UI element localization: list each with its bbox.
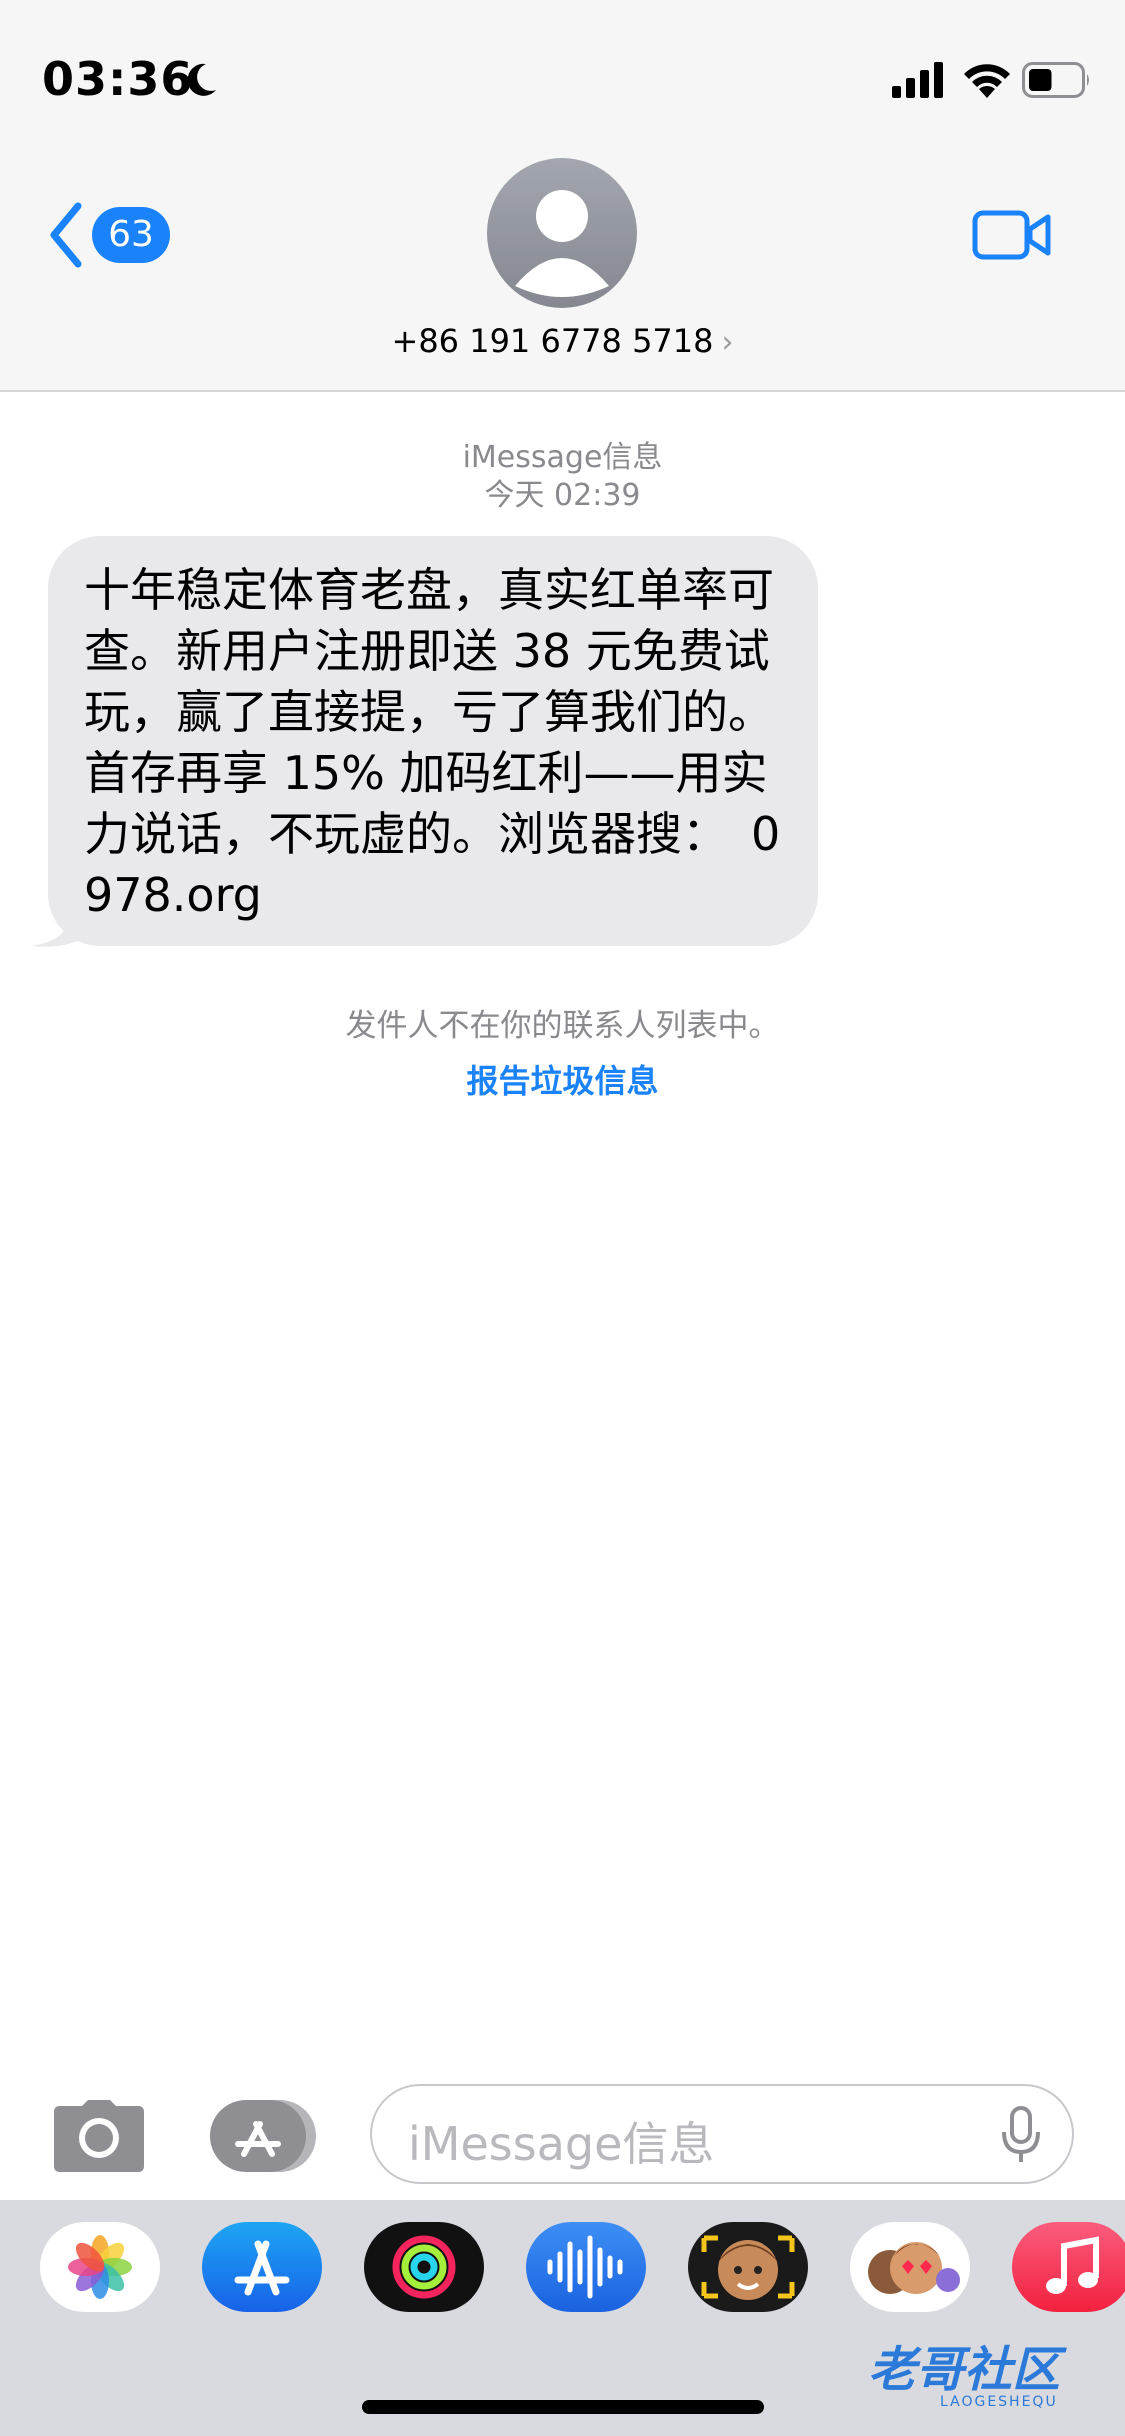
wifi-icon (964, 64, 1010, 98)
message-timestamp: 今天 02:39 (484, 478, 641, 513)
video-camera-icon[interactable] (972, 205, 1052, 265)
received-message-bubble[interactable]: 十年稳定体育老盘，真实红单率可查。新用户注册即送 38 元免费试玩，赢了直接提，… (48, 536, 818, 946)
cellular-signal-icon (892, 62, 943, 98)
watermark-subtitle: LAOGESHEQU (940, 2394, 1058, 2410)
status-time: 03:36 (42, 52, 194, 106)
message-text: 十年稳定体育老盘，真实红单率可查。新用户注册即送 38 元免费试玩，赢了直接提，… (84, 563, 781, 922)
home-indicator[interactable] (362, 2400, 764, 2414)
contact-avatar[interactable] (487, 158, 637, 308)
back-button[interactable]: 63 (40, 195, 180, 275)
unread-count-badge: 63 (92, 207, 170, 263)
camera-icon[interactable] (52, 2098, 146, 2174)
person-icon (515, 190, 609, 297)
app-store-icon[interactable] (208, 2098, 320, 2174)
photos-icon[interactable] (40, 2222, 160, 2312)
chevron-left-icon (50, 202, 82, 268)
message-input-placeholder: iMessage信息 (408, 2117, 715, 2171)
memoji-icon[interactable] (688, 2222, 808, 2312)
contact-details-button[interactable]: +86 191 6778 5718 › (0, 322, 1125, 360)
activity-icon[interactable] (364, 2222, 484, 2312)
app-store-icon[interactable] (202, 2222, 322, 2312)
report-junk-link[interactable]: 报告垃圾信息 (0, 1056, 1125, 1102)
unknown-sender-notice: 发件人不在你的联系人列表中。 (345, 1008, 780, 1044)
contact-number: +86 191 6778 5718 (391, 322, 714, 360)
music-icon[interactable] (1012, 2222, 1125, 2312)
chevron-right-icon: › (721, 325, 734, 360)
voice-memo-icon[interactable] (526, 2222, 646, 2312)
moon-icon (187, 63, 216, 96)
battery-icon (1022, 62, 1089, 98)
microphone-icon[interactable] (1000, 2106, 1042, 2164)
watermark-logo: 老哥社区 (868, 2342, 1061, 2398)
memoji-stickers-icon[interactable] (850, 2222, 970, 2312)
